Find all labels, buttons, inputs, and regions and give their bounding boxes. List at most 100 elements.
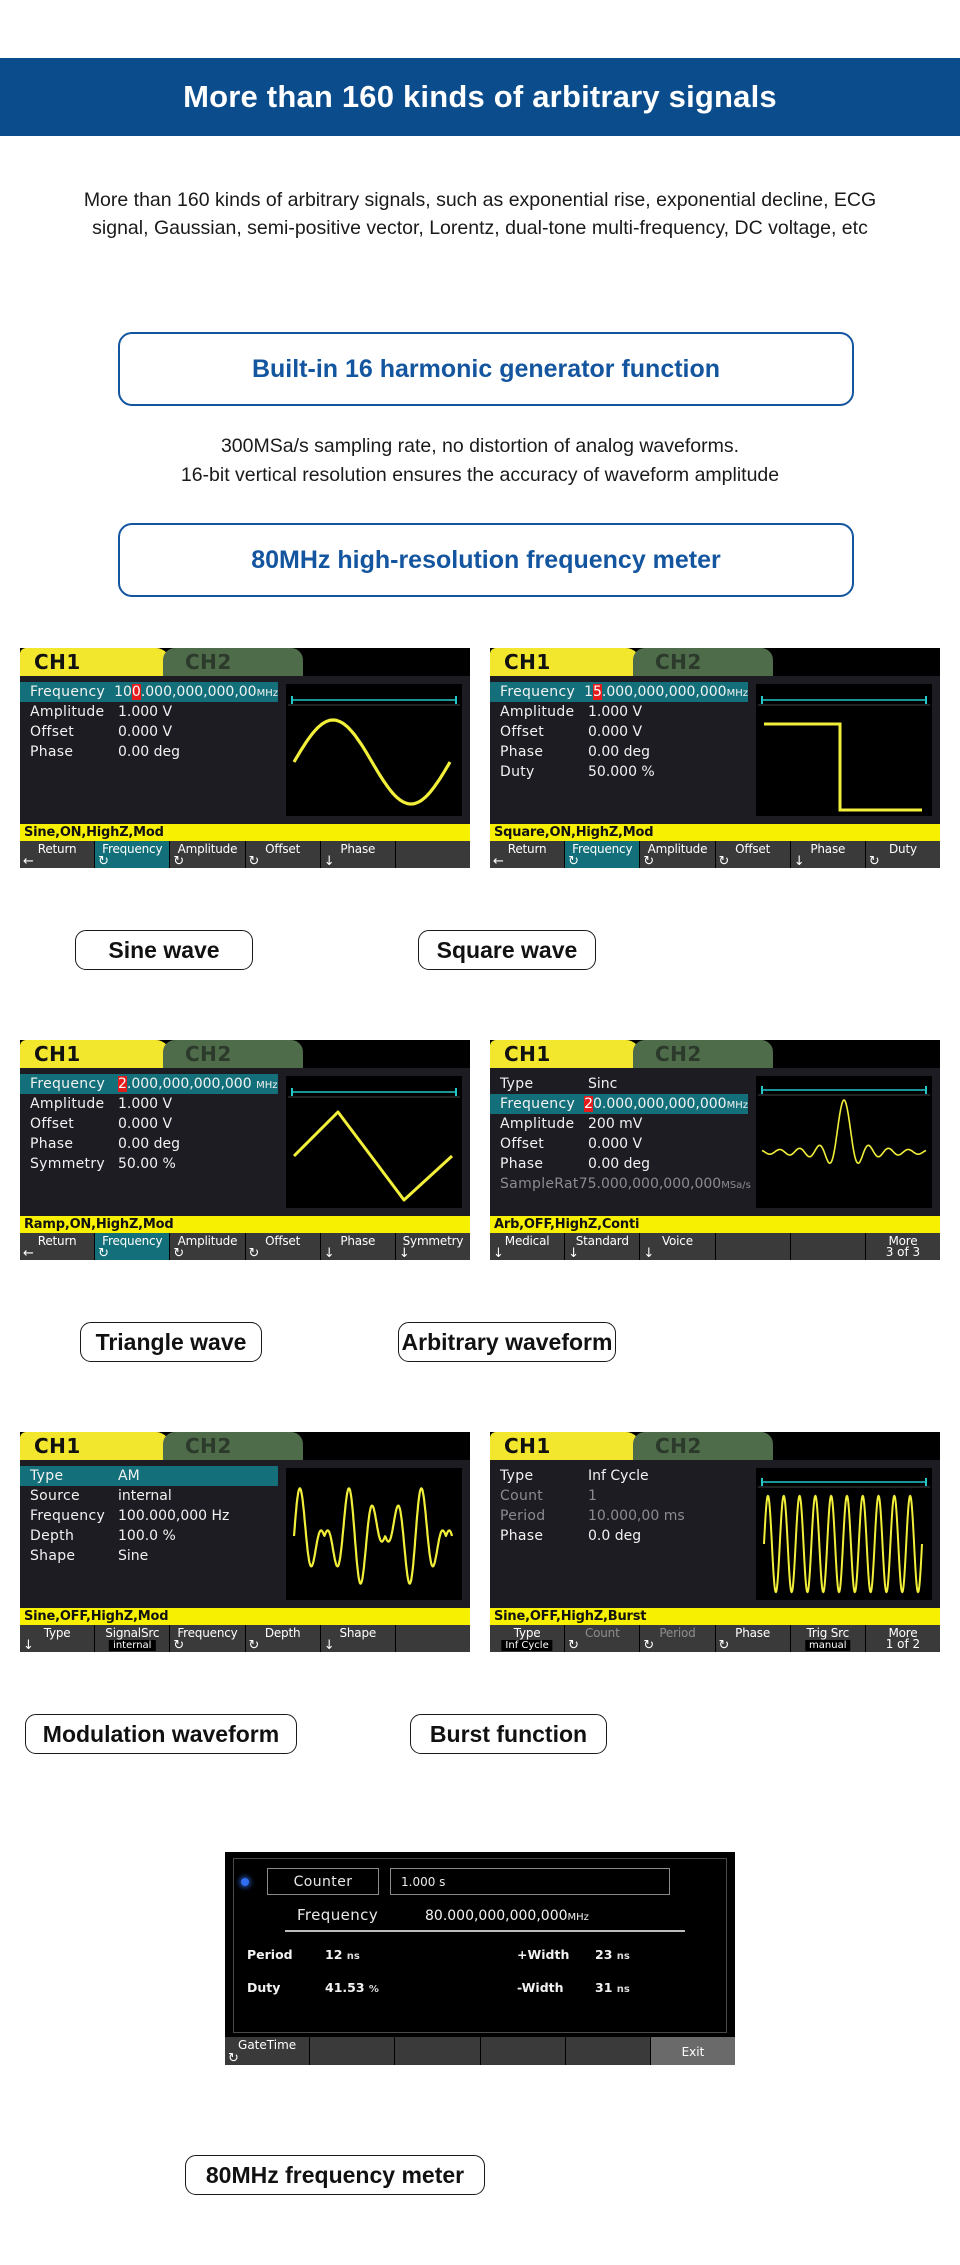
softkey-offset[interactable]: Offset ↻ xyxy=(245,1233,321,1260)
param-row[interactable]: Amplitude 1.000 V xyxy=(20,1094,278,1114)
param-row[interactable]: Phase 0.00 deg xyxy=(20,1134,278,1154)
tab-ch1[interactable]: CH1 xyxy=(490,1432,640,1460)
status-text: Sine,OFF,HighZ,Mod xyxy=(24,1609,169,1624)
param-row[interactable]: Source internal xyxy=(20,1486,278,1506)
tab-ch1[interactable]: CH1 xyxy=(20,648,170,676)
parameter-list: Type Sinc Frequency 20.000,000,000,000MHz Am… xyxy=(490,1074,751,1194)
scope-screen-sine: CH1 CH2 Frequency 100.000,000,000,00MHz Ampl… xyxy=(20,648,470,868)
softkey-standard[interactable]: Standard ↓ xyxy=(565,1233,641,1260)
softkey-return[interactable]: Return ← xyxy=(490,841,566,868)
softkey-phase[interactable]: Phase ↓ xyxy=(320,1233,396,1260)
softkey-offset[interactable]: Offset ↻ xyxy=(245,841,321,868)
softkey-label: Medical xyxy=(504,1234,550,1248)
tab-ch1[interactable]: CH1 xyxy=(490,648,640,676)
softkey-medical[interactable]: Medical ↓ xyxy=(490,1233,566,1260)
softkey-period[interactable]: Period ↻ xyxy=(640,1625,716,1652)
param-row[interactable]: Phase 0.00 deg xyxy=(490,742,748,762)
softkey-frequency[interactable]: Frequency ↻ xyxy=(95,1233,171,1260)
param-row[interactable]: Period 10.000,00 ms xyxy=(490,1506,748,1526)
softkey-phase[interactable]: Phase ↻ xyxy=(715,1625,791,1652)
softkey-shape[interactable]: Shape ↓ xyxy=(320,1625,396,1652)
param-row[interactable]: Frequency 20.000,000,000,000MHz xyxy=(490,1094,748,1114)
param-row[interactable]: Amplitude 1.000 V xyxy=(20,702,278,722)
param-label: Symmetry xyxy=(30,1156,105,1172)
param-row[interactable]: Type Sinc xyxy=(490,1074,748,1094)
softkey-frequency[interactable]: Frequency ↻ xyxy=(170,1625,246,1652)
softkey-amplitude[interactable]: Amplitude ↻ xyxy=(640,841,716,868)
knob-icon: ↻ xyxy=(568,1638,580,1652)
status-bar: Arb,OFF,HighZ,Conti xyxy=(490,1216,940,1233)
param-row[interactable]: Type AM xyxy=(20,1466,278,1486)
fm-softkey-exit[interactable]: Exit xyxy=(650,2037,736,2065)
param-row[interactable]: Offset 0.000 V xyxy=(20,722,278,742)
param-row[interactable]: Duty 50.000 % xyxy=(490,762,748,782)
softkey-frequency[interactable]: Frequency ↻ xyxy=(565,841,641,868)
softkey-return[interactable]: Return ← xyxy=(20,841,96,868)
param-row[interactable]: Frequency 100.000,000 Hz xyxy=(20,1506,278,1526)
tab-ch1[interactable]: CH1 xyxy=(20,1432,170,1460)
param-row[interactable]: Frequency 2.000,000,000,000 MHz xyxy=(20,1074,278,1094)
softkey-symmetry[interactable]: Symmetry ↓ xyxy=(395,1233,470,1260)
parameter-area: Type Sinc Frequency 20.000,000,000,000MHz Am… xyxy=(490,1068,940,1216)
softkey-amplitude[interactable]: Amplitude ↻ xyxy=(170,841,246,868)
param-row[interactable]: Offset 0.000 V xyxy=(490,722,748,742)
status-bar: Square,ON,HighZ,Mod xyxy=(490,824,940,841)
softkey-phase[interactable]: Phase ↓ xyxy=(790,841,866,868)
param-label: Amplitude xyxy=(500,1116,575,1132)
counter-button[interactable]: Counter xyxy=(267,1868,379,1895)
softkey-frequency[interactable]: Frequency ↻ xyxy=(95,841,171,868)
param-row[interactable]: Offset 0.000 V xyxy=(20,1114,278,1134)
knob-icon: ↻ xyxy=(248,1638,260,1652)
parameter-area: Frequency 15.000,000,000,000MHz Amplitude 1… xyxy=(490,676,940,824)
softkey-type[interactable]: Type ↓ xyxy=(20,1625,96,1652)
tab-ch2[interactable]: CH2 xyxy=(633,1432,773,1460)
softkey-duty[interactable]: Duty ↻ xyxy=(865,841,940,868)
param-label: Depth xyxy=(30,1528,75,1544)
param-row[interactable]: Phase 0.00 deg xyxy=(490,1154,748,1174)
softkey-more[interactable]: More 1 of 2 xyxy=(865,1625,940,1652)
param-row[interactable]: Offset 0.000 V xyxy=(490,1134,748,1154)
fm-softkey-gatetime[interactable]: GateTime ↻ xyxy=(225,2037,311,2065)
softkey-signalsrc[interactable]: SignalSrc internal xyxy=(95,1625,171,1652)
param-row[interactable]: Type Inf Cycle xyxy=(490,1466,748,1486)
param-row[interactable]: Depth 100.0 % xyxy=(20,1526,278,1546)
knob-icon: ↻ xyxy=(98,1246,110,1260)
param-row[interactable]: Amplitude 1.000 V xyxy=(490,702,748,722)
gate-time-field[interactable]: 1.000 s xyxy=(390,1868,670,1895)
softkey-amplitude[interactable]: Amplitude ↻ xyxy=(170,1233,246,1260)
tab-ch2[interactable]: CH2 xyxy=(633,1040,773,1068)
param-value-text: .000,000,000,000 xyxy=(601,684,727,700)
param-row[interactable]: SampleRat 75.000,000,000,000MSa/s xyxy=(490,1174,751,1194)
param-row[interactable]: Frequency 100.000,000,000,00MHz xyxy=(20,682,278,702)
tab-ch2[interactable]: CH2 xyxy=(163,648,303,676)
softkey-voice[interactable]: Voice ↓ xyxy=(640,1233,716,1260)
param-row[interactable]: Frequency 15.000,000,000,000MHz xyxy=(490,682,748,702)
tab-ch1[interactable]: CH1 xyxy=(20,1040,170,1068)
param-row[interactable]: Symmetry 50.00 % xyxy=(20,1154,278,1174)
param-row[interactable]: Phase 0.0 deg xyxy=(490,1526,748,1546)
softkey-label: Frequency xyxy=(177,1626,238,1640)
arrow-down-icon: ↓ xyxy=(793,854,805,868)
param-row[interactable]: Count 1 xyxy=(490,1486,748,1506)
param-row[interactable]: Shape Sine xyxy=(20,1546,278,1566)
softkey-depth[interactable]: Depth ↻ xyxy=(245,1625,321,1652)
digit-cursor: 2 xyxy=(118,1076,127,1092)
param-value-text: 0.000 V xyxy=(588,1136,643,1152)
page-banner: More than 160 kinds of arbitrary signals xyxy=(0,58,960,136)
softkey-trig-src[interactable]: Trig Src manual xyxy=(790,1625,866,1652)
tab-ch1[interactable]: CH1 xyxy=(490,1040,640,1068)
tab-ch2[interactable]: CH2 xyxy=(163,1040,303,1068)
softkey-bar: Return ← Frequency ↻ Amplitude ↻ Offset ↻ Phase ↓ xyxy=(20,841,470,868)
param-row[interactable]: Amplitude 200 mV xyxy=(490,1114,748,1134)
frequency-unit: MHz xyxy=(567,1912,589,1923)
tab-ch2[interactable]: CH2 xyxy=(163,1432,303,1460)
param-value-text: 1.000 V xyxy=(118,704,173,720)
param-row[interactable]: Phase 0.00 deg xyxy=(20,742,278,762)
softkey-offset[interactable]: Offset ↻ xyxy=(715,841,791,868)
softkey-phase[interactable]: Phase ↓ xyxy=(320,841,396,868)
softkey-more[interactable]: More 3 of 3 xyxy=(865,1233,940,1260)
tab-ch2[interactable]: CH2 xyxy=(633,648,773,676)
softkey-return[interactable]: Return ← xyxy=(20,1233,96,1260)
softkey-type[interactable]: Type Inf Cycle xyxy=(490,1625,566,1652)
softkey-count[interactable]: Count ↻ xyxy=(565,1625,641,1652)
